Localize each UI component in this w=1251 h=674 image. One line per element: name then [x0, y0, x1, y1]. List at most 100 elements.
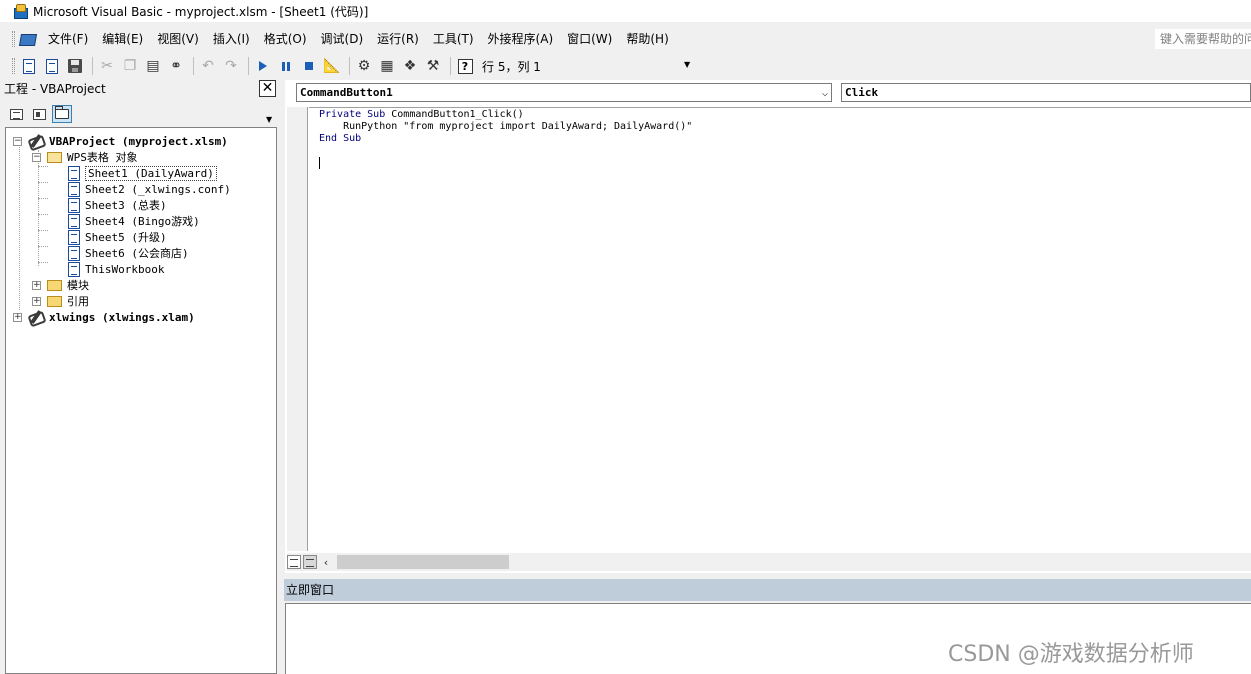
tree-node-label: VBAProject (myproject.xlsm)	[49, 134, 228, 148]
tree-node-label: 模块	[67, 279, 89, 292]
code-margin-indicator-bar[interactable]	[287, 107, 308, 551]
toolbar-grip[interactable]	[12, 58, 15, 74]
run-icon	[259, 61, 267, 71]
properties-icon: ▦	[380, 58, 394, 74]
copy-button[interactable]: ❐	[120, 56, 140, 76]
tree-node-references[interactable]: + 引用	[32, 293, 89, 309]
tree-node-objects-folder[interactable]: − WPS表格 对象	[32, 149, 138, 165]
tree-node-xlwings[interactable]: + xlwings (xlwings.xlam)	[13, 309, 195, 325]
save-button[interactable]	[65, 56, 85, 76]
insert-module-button[interactable]	[42, 56, 62, 76]
run-button[interactable]	[253, 56, 273, 76]
menu-format[interactable]: 格式(O)	[257, 29, 314, 49]
procedure-dropdown[interactable]: Click	[841, 83, 1251, 102]
tree-node-sheet5[interactable]: Sheet5 (升级)	[68, 229, 167, 245]
tree-node-sheet1[interactable]: Sheet1 (DailyAward)	[68, 165, 217, 181]
chevron-down-icon[interactable]: ⌵	[822, 85, 828, 102]
collapse-icon[interactable]: −	[32, 152, 41, 162]
horizontal-scrollbar-thumb[interactable]	[337, 555, 509, 569]
cut-button[interactable]: ✂	[97, 56, 117, 76]
tree-node-modules[interactable]: + 模块	[32, 277, 89, 293]
view-excel-button[interactable]	[19, 56, 39, 76]
close-project-explorer-button[interactable]: ✕	[259, 80, 276, 97]
menu-tools[interactable]: 工具(T)	[426, 29, 481, 49]
procedure-view-button[interactable]	[287, 555, 301, 569]
stop-icon	[305, 62, 313, 70]
expand-icon[interactable]: +	[32, 296, 41, 306]
vbe-window: Microsoft Visual Basic - myproject.xlsm …	[0, 0, 1251, 674]
menu-debug[interactable]: 调试(D)	[314, 29, 371, 49]
save-icon	[68, 59, 82, 73]
properties-window-button[interactable]: ▦	[377, 56, 397, 76]
tree-node-sheet4[interactable]: Sheet4 (Bingo游戏)	[68, 213, 200, 229]
find-button[interactable]: ⚭	[166, 56, 186, 76]
expand-icon[interactable]: +	[32, 280, 41, 290]
project-explorer-title: 工程 - VBAProject	[4, 82, 106, 96]
tree-node-thisworkbook[interactable]: ThisWorkbook	[68, 261, 164, 277]
excel-view-icon[interactable]	[19, 31, 35, 47]
vbe-app-icon	[12, 3, 28, 19]
sheet-module-icon	[68, 181, 80, 197]
toolbar-separator	[248, 57, 249, 75]
project-tree: − VBAProject (myproject.xlsm) − WPS表格 对象…	[5, 127, 277, 674]
vba-project-icon	[28, 134, 44, 148]
full-module-view-button[interactable]	[303, 555, 317, 569]
sheet-module-icon	[68, 165, 80, 181]
toolbox-button[interactable]: ⚒	[423, 56, 443, 76]
redo-button[interactable]: ↷	[221, 56, 241, 76]
toolbar-options-chevron-icon[interactable]: ▼	[684, 60, 690, 69]
reset-button[interactable]	[299, 56, 319, 76]
toolbar-separator	[92, 57, 93, 75]
code-editor[interactable]: Private Sub CommandButton1_Click() RunPy…	[309, 107, 1251, 551]
tree-node-label: Sheet1 (DailyAward)	[85, 165, 217, 181]
menu-view[interactable]: 视图(V)	[150, 29, 206, 49]
panel-dropdown-icon[interactable]: ▼	[266, 115, 272, 124]
document-icon	[23, 58, 35, 74]
paste-icon: ▤	[146, 58, 160, 74]
menu-edit[interactable]: 编辑(E)	[95, 29, 150, 49]
object-browser-button[interactable]: ❖	[400, 56, 420, 76]
undo-button[interactable]: ↶	[198, 56, 218, 76]
toolbox-icon: ⚒	[426, 58, 440, 74]
paste-button[interactable]: ▤	[143, 56, 163, 76]
sheet-module-icon	[68, 197, 80, 213]
menu-run[interactable]: 运行(R)	[370, 29, 426, 49]
menubar-grip[interactable]	[12, 31, 15, 47]
menu-addins[interactable]: 外接程序(A)	[481, 29, 561, 49]
toolbar-separator	[450, 57, 451, 75]
tree-node-sheet3[interactable]: Sheet3 (总表)	[68, 197, 167, 213]
binoculars-icon: ⚭	[170, 58, 182, 74]
expand-icon[interactable]: +	[13, 312, 22, 322]
tree-node-label: Sheet6 (公会商店)	[85, 247, 189, 260]
tree-node-vbaproject[interactable]: − VBAProject (myproject.xlsm)	[13, 133, 228, 149]
tree-node-label: WPS表格 对象	[67, 151, 138, 164]
help-button[interactable]: ?	[455, 56, 475, 76]
vba-project-icon	[28, 310, 44, 324]
project-explorer-toolbar	[6, 105, 75, 123]
redo-icon: ↷	[225, 58, 237, 74]
design-mode-button[interactable]: 📐	[322, 56, 342, 76]
menu-insert[interactable]: 插入(I)	[206, 29, 257, 49]
scroll-left-arrow-icon[interactable]: ‹	[319, 556, 333, 569]
cursor-position: 行 5，列 1	[482, 59, 541, 74]
window-title: Microsoft Visual Basic - myproject.xlsm …	[33, 4, 369, 19]
object-dropdown[interactable]: CommandButton1 ⌵	[296, 83, 832, 102]
help-icon: ?	[457, 58, 473, 74]
project-explorer-button[interactable]: ⚙	[354, 56, 374, 76]
project-explorer: 工程 - VBAProject ✕ ▼ − VBAProject (myproj…	[0, 77, 279, 674]
help-search-input[interactable]: 键入需要帮助的问	[1155, 29, 1251, 49]
menu-help[interactable]: 帮助(H)	[619, 29, 675, 49]
toggle-folders-button[interactable]	[52, 105, 72, 123]
tree-node-sheet6[interactable]: Sheet6 (公会商店)	[68, 245, 189, 261]
procedure-dropdown-value: Click	[845, 86, 879, 99]
menu-window[interactable]: 窗口(W)	[560, 29, 619, 49]
project-explorer-icon: ⚙	[357, 58, 371, 74]
insert-module-icon	[46, 58, 58, 74]
tree-node-sheet2[interactable]: Sheet2 (_xlwings.conf)	[68, 181, 231, 197]
view-object-button[interactable]	[29, 105, 49, 123]
view-code-button[interactable]	[6, 105, 26, 123]
collapse-icon[interactable]: −	[13, 136, 22, 146]
code-window-footer: ‹	[287, 553, 1251, 571]
menu-file[interactable]: 文件(F)	[41, 29, 95, 49]
break-button[interactable]	[276, 56, 296, 76]
